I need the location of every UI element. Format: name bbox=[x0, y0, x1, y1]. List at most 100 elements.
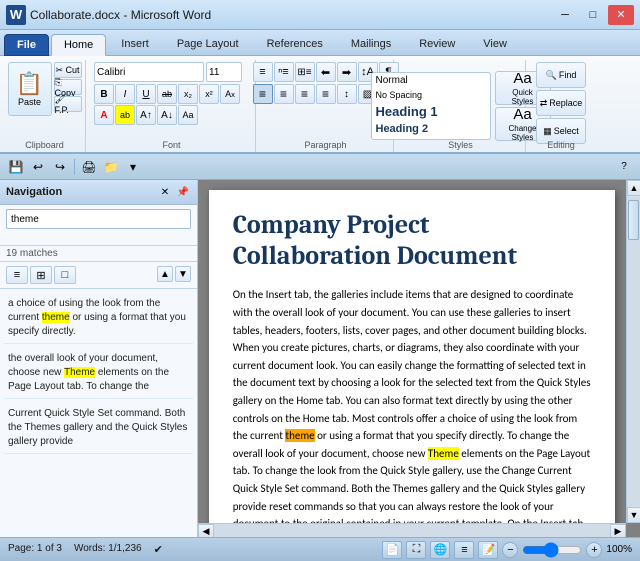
scroll-up-button[interactable]: ▲ bbox=[627, 180, 640, 196]
spell-check-icon[interactable]: ✔ bbox=[154, 543, 163, 556]
shrink-font-button[interactable]: A↓ bbox=[157, 105, 177, 125]
tab-references[interactable]: References bbox=[254, 33, 336, 55]
scroll-down-button[interactable]: ▼ bbox=[627, 507, 640, 523]
clipboard-group-content: 📋 Paste ✂ Cut ⎘ Copy 🖌 F.P. bbox=[8, 62, 82, 150]
h-scroll-track[interactable] bbox=[214, 524, 610, 537]
quick-styles-box: Normal No Spacing Heading 1 Heading 2 bbox=[371, 72, 491, 140]
navigation-close-button[interactable]: ✕ bbox=[157, 184, 173, 200]
navigation-panel: Navigation ✕ 📌 ✕ 19 matches ≡ ⊞ □ ▲ ▼ a … bbox=[0, 180, 198, 537]
format-painter-button[interactable]: 🖌 F.P. bbox=[54, 96, 82, 112]
tab-home[interactable]: Home bbox=[51, 34, 106, 56]
font-color-button[interactable]: A bbox=[94, 105, 114, 125]
word-icon: W bbox=[6, 5, 26, 25]
tab-mailings[interactable]: Mailings bbox=[338, 33, 404, 55]
minimize-button[interactable]: ─ bbox=[552, 5, 578, 25]
h-scroll-right-button[interactable]: ▶ bbox=[610, 524, 626, 537]
grow-font-button[interactable]: A↑ bbox=[136, 105, 156, 125]
subscript-button[interactable]: x₂ bbox=[178, 84, 198, 104]
vertical-scrollbar: ▲ ▼ bbox=[626, 180, 640, 523]
font-size-input[interactable] bbox=[206, 62, 242, 82]
zoom-slider[interactable] bbox=[522, 545, 582, 555]
view-outline-button[interactable]: ≡ bbox=[454, 541, 474, 559]
document-area: Company Project Collaboration Document O… bbox=[198, 180, 640, 537]
qa-separator bbox=[74, 159, 75, 175]
tab-insert[interactable]: Insert bbox=[108, 33, 162, 55]
tab-review[interactable]: Review bbox=[406, 33, 468, 55]
increase-indent-button[interactable]: ➡ bbox=[337, 62, 357, 82]
zoom-plus-button[interactable]: + bbox=[586, 542, 602, 558]
paste-button[interactable]: 📋 Paste bbox=[8, 62, 52, 116]
font-name-input[interactable] bbox=[94, 62, 204, 82]
change-case-button[interactable]: Aa bbox=[178, 105, 198, 125]
h-scroll-left-button[interactable]: ◀ bbox=[198, 524, 214, 537]
nav-view-page[interactable]: □ bbox=[54, 266, 76, 284]
title-bar: W Collaborate.docx - Microsoft Word ─ □ … bbox=[0, 0, 640, 30]
navigation-matches: 19 matches bbox=[0, 246, 197, 262]
nav-arrow-down[interactable]: ▼ bbox=[175, 266, 191, 282]
tab-file[interactable]: File bbox=[4, 34, 49, 56]
editing-group: 🔍 Find ⇄ Replace ▦ Select Editing bbox=[528, 60, 594, 152]
view-fullscreen-button[interactable]: ⛶ bbox=[406, 541, 426, 559]
superscript-button[interactable]: x² bbox=[199, 84, 219, 104]
nav-view-list[interactable]: ≡ bbox=[6, 266, 28, 284]
document-title: Company Project Collaboration Document bbox=[233, 210, 592, 272]
document-page: Company Project Collaboration Document O… bbox=[209, 190, 616, 537]
help-button[interactable]: ? bbox=[614, 157, 634, 177]
bullets-button[interactable]: ≡ bbox=[253, 62, 273, 82]
view-draft-button[interactable]: 📝 bbox=[478, 541, 498, 559]
document-scroll-area: Company Project Collaboration Document O… bbox=[198, 180, 626, 537]
align-right-button[interactable]: ≡ bbox=[295, 84, 315, 104]
style-heading1[interactable]: Heading 1 bbox=[372, 102, 490, 121]
underline-button[interactable]: U bbox=[136, 84, 156, 104]
scroll-track[interactable] bbox=[627, 196, 640, 507]
align-left-button[interactable]: ≡ bbox=[253, 84, 273, 104]
nav-item-1[interactable]: a choice of using the look from the curr… bbox=[4, 293, 193, 344]
navigation-pin-button[interactable]: 📌 bbox=[175, 184, 191, 200]
qa-open-button[interactable]: 📁 bbox=[101, 157, 121, 177]
numbered-button[interactable]: ⁿ≡ bbox=[274, 62, 294, 82]
find-button[interactable]: 🔍 Find bbox=[536, 62, 586, 88]
align-center-button[interactable]: ≡ bbox=[274, 84, 294, 104]
close-button[interactable]: ✕ bbox=[608, 5, 634, 25]
replace-label: Replace bbox=[549, 98, 582, 108]
style-normal[interactable]: Normal bbox=[372, 73, 490, 88]
zoom-area: − + 100% bbox=[502, 542, 632, 558]
navigation-search-input[interactable] bbox=[6, 209, 191, 229]
style-heading2[interactable]: Heading 2 bbox=[372, 121, 490, 137]
clipboard-label: Clipboard bbox=[4, 140, 85, 150]
italic-button[interactable]: I bbox=[115, 84, 135, 104]
navigation-title: Navigation bbox=[6, 186, 62, 198]
nav-item-2[interactable]: the overall look of your document, choos… bbox=[4, 348, 193, 399]
navigation-header: Navigation ✕ 📌 bbox=[0, 180, 197, 205]
strikethrough-button[interactable]: ab bbox=[157, 84, 177, 104]
view-web-button[interactable]: 🌐 bbox=[430, 541, 450, 559]
paste-icon: 📋 bbox=[16, 71, 43, 97]
view-print-button[interactable]: 📄 bbox=[382, 541, 402, 559]
nav-arrow-up[interactable]: ▲ bbox=[157, 266, 173, 282]
bold-button[interactable]: B bbox=[94, 84, 114, 104]
nav-item-1-highlight: theme bbox=[42, 312, 70, 323]
zoom-minus-button[interactable]: − bbox=[502, 542, 518, 558]
decrease-indent-button[interactable]: ⬅ bbox=[316, 62, 336, 82]
qa-redo-button[interactable]: ↪ bbox=[50, 157, 70, 177]
multilevel-button[interactable]: ⊞≡ bbox=[295, 62, 315, 82]
tab-page-layout[interactable]: Page Layout bbox=[164, 33, 252, 55]
scroll-thumb[interactable] bbox=[628, 200, 639, 240]
replace-button[interactable]: ⇄ Replace bbox=[536, 90, 586, 116]
highlight-color-button[interactable]: ab bbox=[115, 105, 135, 125]
maximize-button[interactable]: □ bbox=[580, 5, 606, 25]
qa-menu-button[interactable]: ▾ bbox=[123, 157, 143, 177]
qa-undo-button[interactable]: ↩ bbox=[28, 157, 48, 177]
justify-button[interactable]: ≡ bbox=[316, 84, 336, 104]
style-no-spacing[interactable]: No Spacing bbox=[372, 88, 490, 102]
tab-view[interactable]: View bbox=[470, 33, 520, 55]
clear-format-button[interactable]: Ax bbox=[220, 84, 240, 104]
qa-save-button[interactable]: 💾 bbox=[6, 157, 26, 177]
clipboard-group: 📋 Paste ✂ Cut ⎘ Copy 🖌 F.P. Clipboard bbox=[4, 60, 86, 152]
line-spacing-button[interactable]: ↕ bbox=[337, 84, 357, 104]
qa-print-button[interactable]: 🖨 bbox=[79, 157, 99, 177]
nav-item-3[interactable]: Current Quick Style Set command. Both th… bbox=[4, 403, 193, 454]
select-icon: ▦ bbox=[543, 126, 552, 137]
nav-view-grid[interactable]: ⊞ bbox=[30, 266, 52, 284]
ribbon-tabs: File Home Insert Page Layout References … bbox=[0, 30, 640, 56]
